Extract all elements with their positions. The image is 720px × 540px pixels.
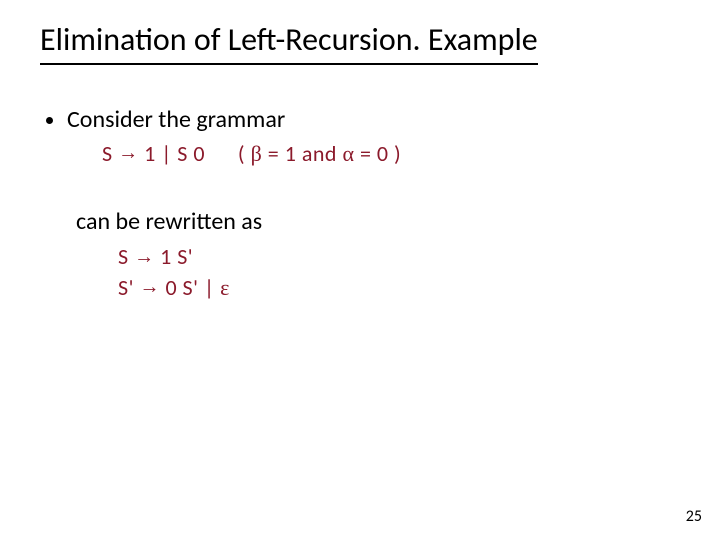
grammar-lhs: S (102, 140, 113, 167)
bullet-text: Consider the grammar (67, 105, 285, 134)
slide: Elimination of Left-Recursion. Example C… (0, 0, 720, 540)
r2-rhs-a: 0 S' | (165, 274, 220, 301)
bullet-item: Consider the grammar (46, 105, 680, 134)
grammar-line: S → 1 | S 0 ( β = 1 and α = 0 ) (102, 140, 680, 167)
rewrite-block: S → 1 S' S' → 0 S' | ε (118, 242, 680, 303)
alpha-symbol: α (342, 141, 354, 166)
cond-close: ) (394, 140, 401, 167)
rewrite-intro: can be rewritten as (76, 207, 680, 236)
epsilon-symbol: ε (220, 275, 230, 300)
r1-lhs: S (118, 243, 129, 270)
cond-open: ( (238, 140, 245, 167)
rewrite-rule-2: S' → 0 S' | ε (118, 273, 680, 303)
r1-rhs: 1 S' (160, 243, 193, 270)
arrow-icon: → (118, 142, 139, 164)
bullet-dot-icon (46, 117, 53, 124)
page-number: 25 (686, 507, 702, 526)
r2-lhs: S' (118, 274, 134, 301)
slide-title: Elimination of Left-Recursion. Example (40, 20, 538, 65)
arrow-icon: → (139, 276, 160, 298)
cond-mid1: = 1 and (268, 140, 343, 167)
grammar-rhs: 1 | S 0 (144, 140, 205, 167)
slide-body: Consider the grammar S → 1 | S 0 ( β = 1… (40, 105, 680, 303)
beta-symbol: β (251, 141, 263, 166)
cond-mid2: = 0 (360, 140, 394, 167)
arrow-icon: → (134, 246, 155, 268)
rewrite-rule-1: S → 1 S' (118, 242, 680, 272)
